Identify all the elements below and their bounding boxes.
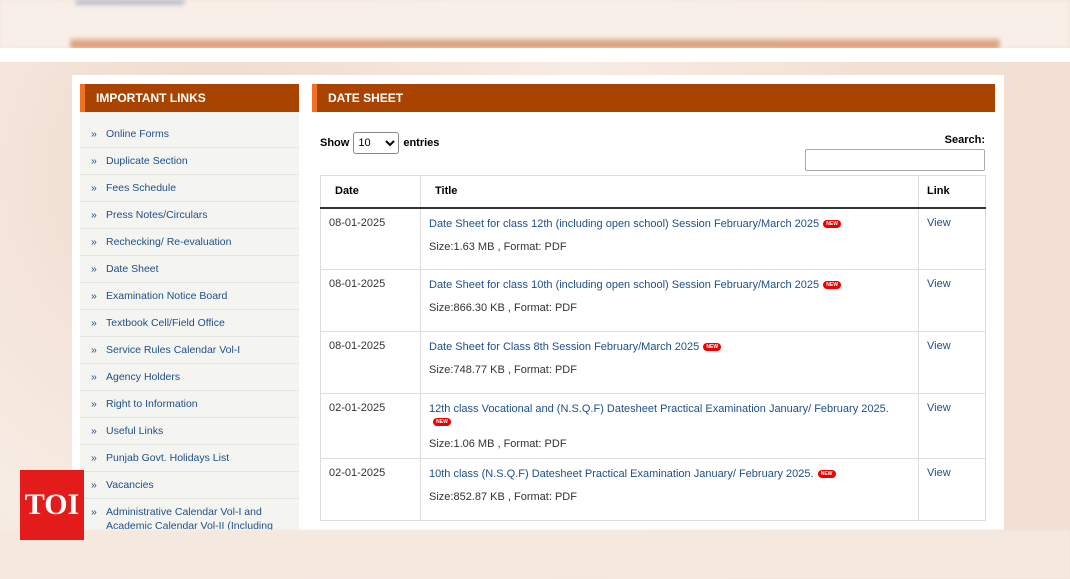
new-badge-icon: NEW bbox=[703, 343, 722, 352]
search-control: Search: bbox=[805, 134, 985, 171]
table-row: 02-01-2025 12th class Vocational and (N.… bbox=[320, 393, 986, 459]
view-link[interactable]: View bbox=[927, 278, 951, 290]
document-link[interactable]: Date Sheet for class 12th (including ope… bbox=[429, 218, 819, 230]
link-cell: View bbox=[918, 331, 986, 394]
important-links-sidebar: IMPORTANT LINKS Online FormsDuplicate Se… bbox=[80, 84, 299, 530]
toi-logo: TOI bbox=[20, 470, 84, 540]
sidebar-link[interactable]: Administrative Calendar Vol-I and Academ… bbox=[80, 499, 299, 530]
date-cell: 02-01-2025 bbox=[320, 393, 421, 459]
file-meta: Size:748.77 KB , Format: PDF bbox=[429, 364, 577, 376]
sidebar-link[interactable]: Textbook Cell/Field Office bbox=[80, 310, 299, 337]
link-cell: View bbox=[918, 207, 986, 270]
new-badge-icon: NEW bbox=[823, 219, 842, 228]
column-header-title[interactable]: Title bbox=[420, 175, 919, 209]
show-label: Show bbox=[320, 137, 350, 149]
blurred-header bbox=[0, 0, 1070, 48]
date-sheet-section: DATE SHEET Show 10 entries Search: Date … bbox=[312, 84, 995, 530]
title-cell: Date Sheet for Class 8th Session Februar… bbox=[420, 331, 919, 394]
content-panel: IMPORTANT LINKS Online FormsDuplicate Se… bbox=[72, 75, 1004, 530]
view-link[interactable]: View bbox=[927, 217, 951, 229]
column-header-link[interactable]: Link bbox=[918, 175, 986, 209]
date-cell: 08-01-2025 bbox=[320, 207, 421, 270]
view-link[interactable]: View bbox=[927, 340, 951, 352]
title-cell: 10th class (N.S.Q.F) Datesheet Practical… bbox=[420, 458, 919, 521]
sidebar-link[interactable]: Punjab Govt. Holidays List bbox=[80, 445, 299, 472]
document-link[interactable]: 12th class Vocational and (N.S.Q.F) Date… bbox=[429, 403, 889, 415]
sidebar-link[interactable]: Service Rules Calendar Vol-I bbox=[80, 337, 299, 364]
new-badge-icon: NEW bbox=[823, 281, 842, 290]
date-sheet-table: Date Title Link 08-01-2025 Date Sheet fo… bbox=[320, 175, 986, 521]
sidebar-link[interactable]: Online Forms bbox=[80, 121, 299, 148]
view-link[interactable]: View bbox=[927, 467, 951, 479]
sidebar-list: Online FormsDuplicate SectionFees Schedu… bbox=[80, 112, 299, 530]
sidebar-link[interactable]: Vacancies bbox=[80, 472, 299, 499]
sidebar-link[interactable]: Rechecking/ Re-evaluation bbox=[80, 229, 299, 256]
title-cell: Date Sheet for class 10th (including ope… bbox=[420, 269, 919, 332]
file-meta: Size:1.06 MB , Format: PDF bbox=[429, 438, 567, 450]
sidebar-link[interactable]: Fees Schedule bbox=[80, 175, 299, 202]
file-meta: Size:1.63 MB , Format: PDF bbox=[429, 240, 567, 253]
file-meta: Size:866.30 KB , Format: PDF bbox=[429, 302, 577, 314]
document-link[interactable]: 10th class (N.S.Q.F) Datesheet Practical… bbox=[429, 468, 814, 480]
divider bbox=[0, 48, 1070, 62]
blurred-footer bbox=[0, 530, 1070, 579]
new-badge-icon: NEW bbox=[817, 470, 836, 479]
new-badge-icon: NEW bbox=[433, 418, 451, 427]
entries-control: Show 10 entries bbox=[320, 132, 439, 154]
link-cell: View bbox=[918, 458, 986, 521]
sidebar-title: IMPORTANT LINKS bbox=[80, 84, 299, 112]
view-link[interactable]: View bbox=[927, 402, 951, 414]
file-meta: Size:852.87 KB , Format: PDF bbox=[429, 491, 577, 503]
sidebar-link[interactable]: Right to Information bbox=[80, 391, 299, 418]
search-label: Search: bbox=[944, 134, 985, 146]
date-cell: 08-01-2025 bbox=[320, 269, 421, 332]
search-input[interactable] bbox=[805, 149, 985, 171]
table-row: 08-01-2025 Date Sheet for class 10th (in… bbox=[320, 269, 986, 332]
sidebar-link[interactable]: Date Sheet bbox=[80, 256, 299, 283]
date-cell: 02-01-2025 bbox=[320, 458, 421, 521]
title-cell: 12th class Vocational and (N.S.Q.F) Date… bbox=[420, 393, 919, 459]
table-row: 08-01-2025 Date Sheet for class 12th (in… bbox=[320, 207, 986, 270]
sidebar-link[interactable]: Examination Notice Board bbox=[80, 283, 299, 310]
date-cell: 08-01-2025 bbox=[320, 331, 421, 394]
section-title: DATE SHEET bbox=[312, 84, 995, 112]
document-link[interactable]: Date Sheet for class 10th (including ope… bbox=[429, 279, 819, 291]
table-row: 08-01-2025 Date Sheet for Class 8th Sess… bbox=[320, 331, 986, 394]
entries-label: entries bbox=[403, 137, 440, 149]
column-header-date[interactable]: Date bbox=[320, 175, 421, 209]
link-cell: View bbox=[918, 393, 986, 459]
sidebar-link[interactable]: Press Notes/Circulars bbox=[80, 202, 299, 229]
link-cell: View bbox=[918, 269, 986, 332]
entries-select[interactable]: 10 bbox=[353, 132, 400, 154]
document-link[interactable]: Date Sheet for Class 8th Session Februar… bbox=[429, 341, 699, 353]
sidebar-link[interactable]: Useful Links bbox=[80, 418, 299, 445]
title-cell: Date Sheet for class 12th (including ope… bbox=[420, 207, 919, 270]
table-row: 02-01-2025 10th class (N.S.Q.F) Dateshee… bbox=[320, 458, 986, 521]
sidebar-link[interactable]: Duplicate Section bbox=[80, 148, 299, 175]
sidebar-link[interactable]: Agency Holders bbox=[80, 364, 299, 391]
